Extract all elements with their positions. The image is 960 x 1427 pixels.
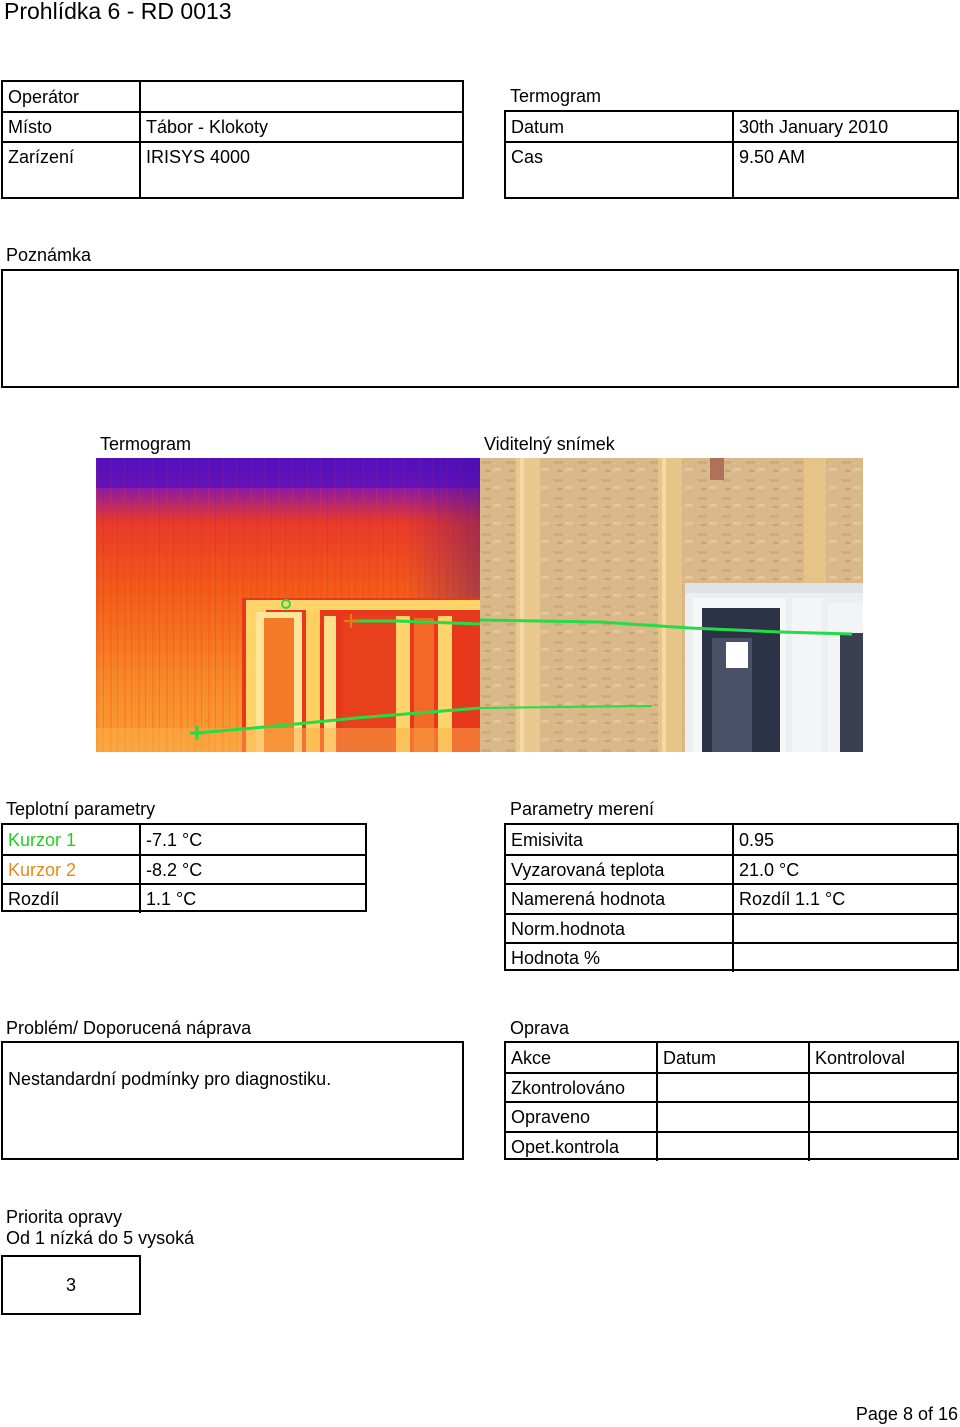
priority-title: Priorita opravy [6, 1207, 123, 1227]
priority-box: 3 [1, 1255, 141, 1315]
place-value: Tábor - Klokoty [139, 111, 464, 141]
radiated-temp-value: 21.0 °C [732, 854, 959, 884]
device-label: Zarízení [3, 141, 139, 171]
thermogram-label: Termogram [100, 434, 192, 454]
cursor2-label: Kurzor 2 [3, 854, 139, 884]
radiated-temp-label: Vyzarovaná teplota [506, 854, 732, 884]
measure-params-title: Parametry merení [510, 799, 655, 819]
header-info-table: Operátor Místo Tábor - Klokoty Zarízení … [1, 80, 464, 199]
repair-table: Akce Datum Kontroloval Zkontrolováno Opr… [504, 1041, 959, 1161]
difference-value: 1.1 °C [139, 883, 367, 913]
thermogram-image [96, 458, 480, 752]
repair-title: Oprava [510, 1018, 570, 1038]
time-value: 9.50 AM [732, 141, 959, 171]
visible-image-label: Viditelný snímek [484, 434, 615, 454]
repair-header-checked-by: Kontroloval [808, 1043, 959, 1073]
repair-row-recheck-by [808, 1131, 959, 1161]
page-title: Prohlídka 6 - RD 0013 [4, 0, 232, 24]
priority-subtitle: Od 1 nízká do 5 vysoká [6, 1228, 195, 1248]
repair-row-recheck-date [656, 1131, 808, 1161]
operator-value [139, 82, 464, 112]
problem-text: Nestandardní podmínky pro diagnostiku. [8, 1069, 332, 1089]
thermogram-info-table: Datum 30th January 2010 Cas 9.50 AM [504, 110, 959, 199]
percent-value-label: Hodnota % [506, 942, 732, 972]
date-value: 30th January 2010 [732, 112, 959, 142]
date-label: Datum [511, 116, 565, 137]
problem-box: Nestandardní podmínky pro diagnostiku. [1, 1041, 464, 1160]
note-label: Poznámka [6, 245, 92, 265]
time-divider-extension [732, 170, 734, 199]
difference-label: Rozdíl [3, 883, 139, 913]
priority-value: 3 [65, 1274, 76, 1295]
measured-value-label: Namerená hodnota [506, 883, 732, 913]
temp-params-table: Kurzor 1 -7.1 °C Kurzor 2 -8.2 °C Rozdíl… [1, 823, 367, 913]
note-box [1, 269, 959, 388]
visible-photo [480, 458, 863, 752]
repair-row-checked-date [656, 1072, 808, 1102]
percent-value-value [732, 942, 959, 972]
problem-title: Problém/ Doporucená náprava [6, 1018, 252, 1038]
repair-row-repaired-by [808, 1101, 959, 1131]
measure-params-table: Emisivita 0.95 Vyzarovaná teplota 21.0 °… [504, 823, 959, 972]
repair-row-repaired: Opraveno [506, 1101, 656, 1131]
emissivity-label: Emisivita [511, 829, 584, 850]
temp-params-title: Teplotní parametry [6, 799, 156, 819]
repair-row-checked-by [808, 1072, 959, 1102]
emissivity-value: 0.95 [732, 825, 959, 855]
cursor2-value: -8.2 °C [139, 854, 367, 884]
place-label: Místo [3, 111, 139, 141]
norm-value-value [732, 913, 959, 943]
repair-row-checked: Zkontrolováno [506, 1072, 656, 1102]
repair-row-repaired-date [656, 1101, 808, 1131]
operator-label: Operátor [8, 86, 80, 107]
repair-header-action: Akce [511, 1047, 552, 1068]
page-number: Page 8 of 16 [855, 1404, 958, 1424]
device-value: IRISYS 4000 [139, 141, 464, 171]
termogram-title: Termogram [510, 86, 602, 106]
cursor1-label: Kurzor 1 [8, 829, 77, 850]
repair-row-recheck: Opet.kontrola [506, 1131, 656, 1161]
header-left-divider [139, 170, 141, 199]
measured-value-value: Rozdíl 1.1 °C [732, 883, 959, 913]
repair-header-date: Datum [656, 1043, 808, 1073]
time-label: Cas [506, 141, 732, 171]
cursor1-value: -7.1 °C [139, 825, 367, 855]
norm-value-label: Norm.hodnota [506, 913, 732, 943]
